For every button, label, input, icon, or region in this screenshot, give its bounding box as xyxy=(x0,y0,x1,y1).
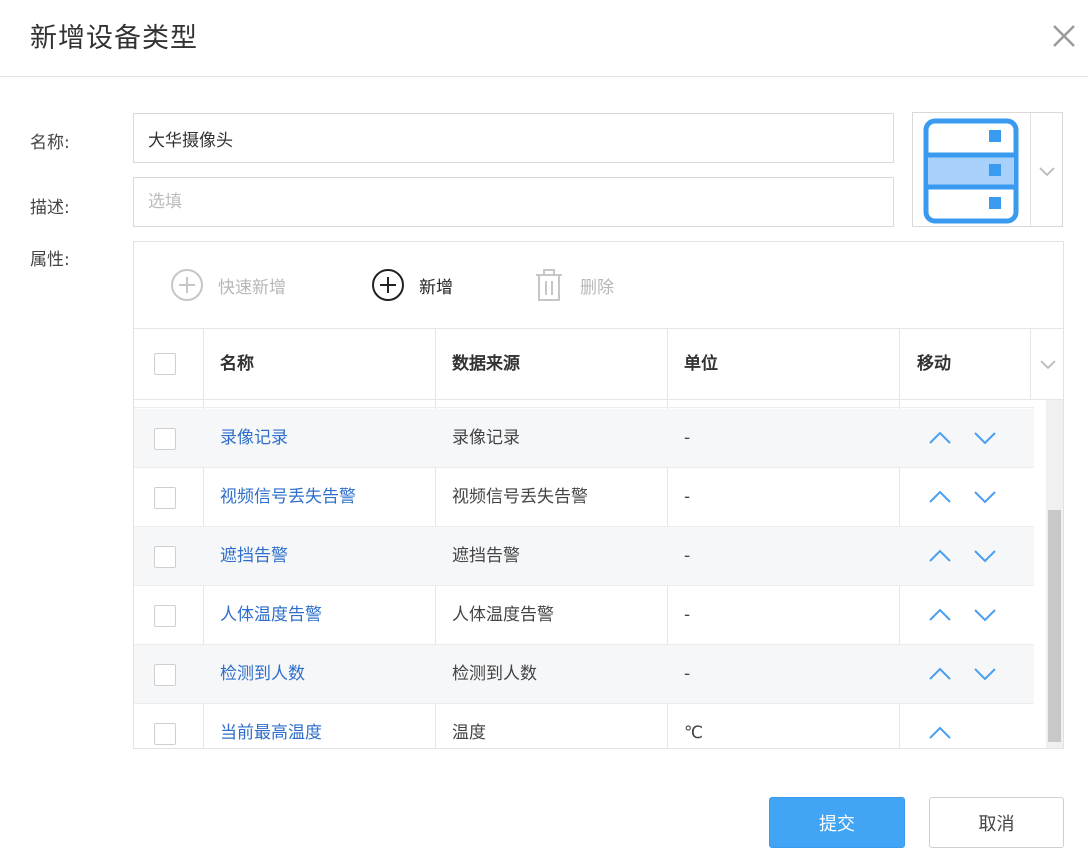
row-source: 温度 xyxy=(452,723,486,743)
attributes-label: 属性: xyxy=(30,250,70,270)
move-down-icon[interactable] xyxy=(972,603,998,627)
column-divider xyxy=(203,329,204,399)
table-body: 录像记录 录像记录 - 视频信号丢失告警 视频信号丢失告警 - 遮挡告警 遮挡告… xyxy=(134,400,1046,748)
row-name-link[interactable]: 遮挡告警 xyxy=(220,527,288,586)
plus-circle-icon xyxy=(372,269,404,301)
row-name-link[interactable]: 录像记录 xyxy=(220,409,288,468)
cancel-button[interactable]: 取消 xyxy=(929,797,1064,848)
quick-add-label: 快速新增 xyxy=(218,277,286,298)
icon-picker[interactable] xyxy=(912,112,1063,227)
name-input[interactable] xyxy=(133,113,894,163)
table-scrollbar[interactable] xyxy=(1046,400,1063,748)
move-up-icon[interactable] xyxy=(927,721,953,745)
column-menu-chevron-down-icon[interactable] xyxy=(1038,354,1058,374)
row-name-link[interactable]: 检测到人数 xyxy=(220,645,305,704)
row-source: 录像记录 xyxy=(452,428,520,448)
table-row[interactable]: 录像记录 录像记录 - xyxy=(134,409,1034,468)
select-all-checkbox[interactable] xyxy=(154,353,176,375)
name-label: 名称: xyxy=(30,133,70,153)
move-down-icon[interactable] xyxy=(972,662,998,686)
column-header-source[interactable]: 数据来源 xyxy=(452,329,520,399)
row-unit: - xyxy=(684,546,691,566)
table-row[interactable]: 视频信号丢失告警 视频信号丢失告警 - xyxy=(134,468,1034,527)
description-label: 描述: xyxy=(30,198,70,218)
attributes-panel: 快速新增 新增 删除 名称 数据来源 单位 移动 录像记录 录像记录 - 视频信… xyxy=(133,241,1064,749)
row-unit: - xyxy=(684,605,691,625)
row-source: 遮挡告警 xyxy=(452,546,520,566)
row-source: 视频信号丢失告警 xyxy=(452,487,588,507)
column-divider xyxy=(899,329,900,399)
column-divider xyxy=(667,329,668,399)
table-row[interactable]: 遮挡告警 遮挡告警 - xyxy=(134,527,1034,586)
move-down-icon[interactable] xyxy=(972,426,998,450)
plus-circle-icon xyxy=(171,269,203,301)
column-header-move[interactable]: 移动 xyxy=(917,329,951,399)
chevron-down-icon[interactable] xyxy=(1037,161,1057,181)
row-unit: - xyxy=(684,664,691,684)
move-up-icon[interactable] xyxy=(927,426,953,450)
row-checkbox[interactable] xyxy=(154,428,176,450)
icon-picker-divider xyxy=(1030,113,1031,226)
table-scrollbar-thumb[interactable] xyxy=(1048,510,1061,742)
delete-label: 删除 xyxy=(580,277,614,298)
column-header-unit[interactable]: 单位 xyxy=(684,329,718,399)
add-label: 新增 xyxy=(419,277,453,298)
attributes-toolbar: 快速新增 新增 删除 xyxy=(134,242,1063,328)
quick-add-button[interactable]: 快速新增 xyxy=(170,268,286,302)
dialog-header: 新增设备类型 xyxy=(0,0,1088,77)
table-row[interactable]: 人体温度告警 人体温度告警 - xyxy=(134,586,1034,645)
row-name-link[interactable]: 当前最高温度 xyxy=(220,704,322,748)
table-header: 名称 数据来源 单位 移动 xyxy=(134,328,1063,400)
row-unit: ℃ xyxy=(684,723,704,743)
row-checkbox[interactable] xyxy=(154,723,176,745)
column-divider xyxy=(1030,329,1031,399)
move-down-icon[interactable] xyxy=(972,485,998,509)
row-checkbox[interactable] xyxy=(154,664,176,686)
description-input[interactable] xyxy=(133,177,894,227)
close-icon[interactable] xyxy=(1046,18,1082,54)
delete-button[interactable]: 删除 xyxy=(532,268,614,302)
table-row[interactable]: 检测到人数 检测到人数 - xyxy=(134,645,1034,704)
row-name-link[interactable]: 视频信号丢失告警 xyxy=(220,468,356,527)
row-source: 人体温度告警 xyxy=(452,605,554,625)
move-up-icon[interactable] xyxy=(927,662,953,686)
trash-icon xyxy=(536,269,562,301)
move-up-icon[interactable] xyxy=(927,485,953,509)
column-divider xyxy=(435,329,436,399)
row-unit: - xyxy=(684,428,691,448)
row-checkbox[interactable] xyxy=(154,546,176,568)
row-source: 检测到人数 xyxy=(452,664,537,684)
table-row-partial xyxy=(134,400,1034,408)
table-row[interactable]: 当前最高温度 温度 ℃ xyxy=(134,704,1034,748)
submit-button[interactable]: 提交 xyxy=(769,797,905,848)
column-header-name[interactable]: 名称 xyxy=(220,329,254,399)
move-up-icon[interactable] xyxy=(927,544,953,568)
row-unit: - xyxy=(684,487,691,507)
row-name-link[interactable]: 人体温度告警 xyxy=(220,586,322,645)
row-checkbox[interactable] xyxy=(154,487,176,509)
add-button[interactable]: 新增 xyxy=(371,268,453,302)
server-rack-icon xyxy=(923,118,1019,224)
move-up-icon[interactable] xyxy=(927,603,953,627)
row-checkbox[interactable] xyxy=(154,605,176,627)
move-down-icon[interactable] xyxy=(972,544,998,568)
dialog-title: 新增设备类型 xyxy=(30,23,198,54)
